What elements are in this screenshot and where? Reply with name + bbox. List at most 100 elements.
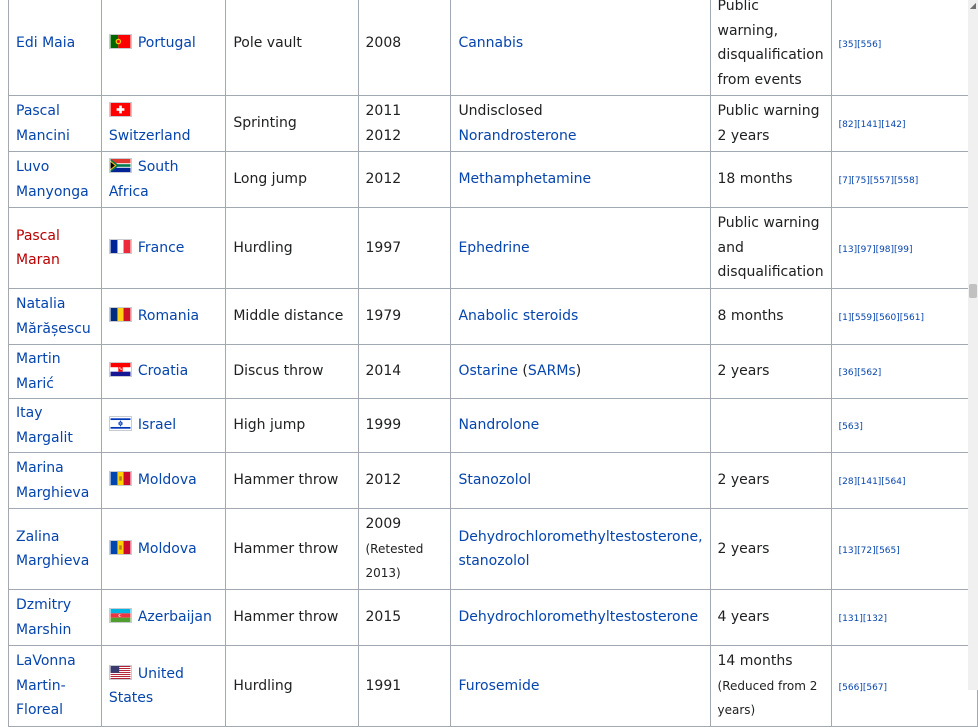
sanction-cell: 4 years: [709, 589, 832, 646]
athlete-name-link[interactable]: Pascal Mancini: [16, 103, 70, 144]
athlete-name-link[interactable]: Dzmitry Marshin: [16, 597, 71, 638]
year-note: (Retested 2013): [365, 541, 424, 581]
table-row: Natalia Mărășescu Romania Middle distanc…: [8, 288, 978, 345]
table-row: Dzmitry Marshin Azerbaijan Hammer throw …: [8, 589, 978, 646]
country-link[interactable]: Croatia: [138, 363, 188, 379]
sanction-cell-2: 2 years: [717, 127, 770, 144]
year-cell: 1997: [357, 207, 452, 289]
reference-links[interactable]: [35][556]: [839, 39, 882, 51]
substance-link[interactable]: Anabolic steroids: [458, 308, 578, 324]
country-link[interactable]: Moldova: [138, 472, 197, 488]
year-cell: 2008: [357, 0, 452, 96]
united-states-flag-icon: [108, 664, 132, 680]
sanction-cell: 18 months: [709, 151, 832, 208]
year-cell: 2014: [357, 344, 452, 399]
reference-links[interactable]: [1][559][560][561]: [839, 312, 924, 324]
switzerland-flag-icon: [108, 102, 132, 117]
sport-cell: Hammer throw: [225, 589, 359, 646]
sport-cell: Hammer throw: [225, 508, 359, 590]
year-cell: 2009: [365, 516, 402, 533]
country-link[interactable]: Switzerland: [109, 128, 191, 144]
romania-flag-icon: [108, 307, 132, 323]
table-row: Itay Margalit Israel High jump 1999 Nand…: [8, 398, 978, 453]
reference-links[interactable]: [566][567]: [839, 682, 887, 694]
country-link[interactable]: Israel: [138, 417, 176, 433]
country-link[interactable]: France: [138, 240, 185, 256]
substance-link[interactable]: Furosemide: [458, 678, 539, 694]
year-cell: 2012: [357, 151, 452, 208]
substance-link[interactable]: Methamphetamine: [458, 171, 591, 187]
athlete-name-link[interactable]: Natalia Mărășescu: [16, 296, 91, 337]
sanction-cell: Public warning: [717, 103, 820, 119]
sport-cell: Long jump: [225, 151, 359, 208]
south-africa-flag-icon: [108, 158, 132, 173]
sanction-cell: 2 years: [709, 452, 832, 509]
table-row: Edi Maia Portugal Pole vault 2008 Cannab…: [8, 0, 978, 96]
country-link[interactable]: Romania: [138, 308, 199, 324]
table-row: Luvo Manyonga South Africa Long jump 201…: [8, 151, 978, 208]
athlete-name-link[interactable]: Zalina Marghieva: [16, 529, 89, 570]
substance-link[interactable]: Nandrolone: [458, 417, 539, 433]
table-row: Marina Marghieva Moldova Hammer throw 20…: [8, 452, 978, 509]
sanction-cell: Public warning, disqualification from ev…: [709, 0, 832, 96]
athlete-name-link[interactable]: Martin Marić: [16, 351, 61, 392]
sport-cell: Discus throw: [225, 344, 359, 399]
reference-links[interactable]: [28][141][564]: [839, 476, 906, 488]
france-flag-icon: [108, 238, 132, 254]
moldova-flag-icon: [108, 471, 132, 487]
year-cell-2: 2012: [365, 127, 402, 144]
athlete-name-link[interactable]: Edi Maia: [16, 35, 75, 51]
substance-link[interactable]: Stanozolol: [458, 472, 531, 488]
croatia-flag-icon: [108, 362, 132, 378]
country-link[interactable]: Azerbaijan: [138, 609, 212, 625]
sport-cell: Hurdling: [225, 207, 359, 289]
sport-cell: High jump: [225, 398, 359, 453]
country-link[interactable]: Moldova: [138, 541, 197, 557]
sanction-cell: [709, 398, 832, 453]
sanction-cell: 2 years: [709, 344, 832, 399]
azerbaijan-flag-icon: [108, 608, 132, 624]
reference-links[interactable]: [36][562]: [839, 367, 882, 379]
table-row: Pascal Mancini Switzerland Sprinting 201…: [8, 95, 978, 152]
reference-links[interactable]: [131][132]: [839, 613, 887, 625]
sport-cell: Hurdling: [225, 645, 359, 727]
athlete-name-link[interactable]: Itay Margalit: [16, 405, 73, 446]
table-row: Pascal Maran France Hurdling 1997 Ephedr…: [8, 207, 978, 289]
sanction-cell: 14 months: [717, 653, 793, 670]
year-cell: 2012: [357, 452, 452, 509]
scrollbar-thumb[interactable]: [969, 284, 977, 298]
substance-link[interactable]: Norandrosterone: [458, 128, 576, 144]
substance-link[interactable]: Dehydrochloromethyltestosterone, stanozo…: [458, 529, 702, 570]
year-cell: 1979: [357, 288, 452, 345]
reference-links[interactable]: [7][75][557][558]: [839, 175, 919, 187]
table-row: Martin Marić Croatia Discus throw 2014 O…: [8, 344, 978, 399]
sanction-cell: 8 months: [709, 288, 832, 345]
athlete-name-link[interactable]: Pascal Maran: [16, 228, 60, 269]
reference-links[interactable]: [13][72][565]: [839, 545, 900, 557]
substance-link[interactable]: Ephedrine: [458, 240, 529, 256]
year-cell: 2015: [357, 589, 452, 646]
sport-cell: Hammer throw: [225, 452, 359, 509]
doping-cases-table: Edi Maia Portugal Pole vault 2008 Cannab…: [8, 0, 978, 727]
substance-class-link[interactable]: SARMs: [528, 363, 576, 379]
portugal-flag-icon: [108, 33, 132, 49]
athlete-name-link[interactable]: Luvo Manyonga: [16, 159, 89, 200]
sport-cell: Pole vault: [225, 0, 359, 96]
moldova-flag-icon: [108, 539, 132, 555]
table-row: LaVonna Martin-Floreal United States Hur…: [8, 645, 978, 727]
sport-cell: Sprinting: [225, 95, 359, 152]
reference-links[interactable]: [563]: [839, 421, 863, 433]
athlete-name-link[interactable]: Marina Marghieva: [16, 460, 89, 501]
substance-link[interactable]: Ostarine: [458, 363, 518, 379]
sanction-cell: Public warning and disqualification: [709, 207, 832, 289]
vertical-scrollbar[interactable]: ◢: [968, 0, 978, 690]
substance-link[interactable]: Dehydrochloromethyltestosterone: [458, 609, 698, 625]
substance-text: Undisclosed: [458, 103, 543, 119]
athlete-name-link[interactable]: LaVonna Martin-Floreal: [16, 653, 76, 718]
reference-links[interactable]: [82][141][142]: [839, 119, 906, 131]
reference-links[interactable]: [13][97][98][99]: [839, 244, 913, 256]
country-link[interactable]: Portugal: [138, 35, 196, 51]
sanction-note: (Reduced from 2 years): [717, 678, 818, 718]
substance-link[interactable]: Cannabis: [458, 35, 523, 51]
scroll-up-arrow-icon[interactable]: ◢: [969, 2, 977, 10]
